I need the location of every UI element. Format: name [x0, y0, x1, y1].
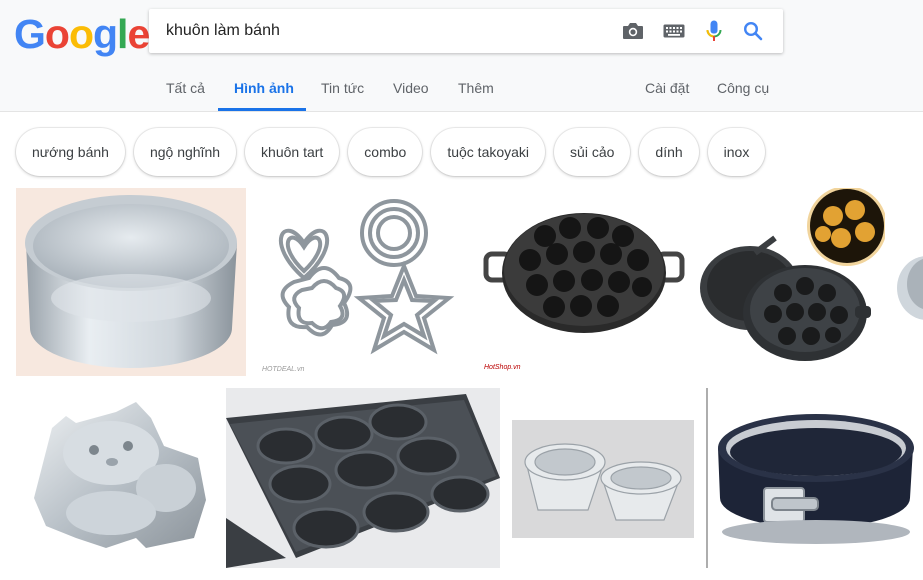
result-image-springform-pan[interactable] [706, 388, 923, 568]
chip-sui-cao[interactable]: sủi cảo [554, 128, 631, 176]
chip-ngo-nghinh[interactable]: ngộ nghĩnh [133, 128, 237, 176]
result-image-muffin-tray[interactable] [226, 388, 500, 568]
chip-tuoc-takoyaki[interactable]: tuộc takoyaki [431, 128, 546, 176]
result-image-takoyaki-pan[interactable]: HotShop.vn [482, 188, 687, 376]
search-header: Google Tất cả Hình ảnh Tin tức Video Thê… [0, 0, 923, 112]
result-image-cast-iron-flower-pan[interactable] [695, 188, 885, 376]
tab-news[interactable]: Tin tức [321, 80, 364, 96]
tab-images[interactable]: Hình ảnh [234, 80, 294, 96]
result-image-hello-kitty-mold[interactable] [16, 388, 218, 568]
chip-nuong-banh[interactable]: nướng bánh [16, 128, 125, 176]
result-image-cropped-pan[interactable] [893, 188, 923, 376]
search-tabs: Tất cả Hình ảnh Tin tức Video Thêm Cài đ… [0, 72, 923, 112]
chip-khuon-tart[interactable]: khuôn tart [245, 128, 340, 176]
result-image-tart-molds[interactable] [512, 420, 694, 538]
settings-link[interactable]: Cài đặt [645, 80, 689, 96]
search-icon[interactable] [741, 19, 765, 43]
result-image-cookie-cutters[interactable]: HOTDEAL.vn [254, 188, 475, 376]
active-tab-indicator [218, 108, 306, 111]
watermark-text: HotShop.vn [484, 364, 521, 371]
chip-combo[interactable]: combo [348, 128, 423, 176]
related-search-chips: nướng bánh ngộ nghĩnh khuôn tart combo t… [16, 128, 766, 176]
tools-link[interactable]: Công cụ [717, 80, 769, 96]
microphone-icon[interactable] [702, 19, 726, 43]
watermark-text: HOTDEAL.vn [262, 366, 305, 373]
camera-icon[interactable] [621, 19, 645, 43]
chip-dinh[interactable]: dính [639, 128, 699, 176]
tab-more[interactable]: Thêm [458, 80, 494, 96]
tab-video[interactable]: Video [393, 80, 429, 96]
chip-inox[interactable]: inox [707, 128, 766, 176]
google-logo[interactable]: Google [14, 12, 150, 56]
search-input[interactable] [166, 18, 606, 44]
keyboard-icon[interactable] [662, 19, 686, 43]
result-image-round-cake-pan[interactable] [16, 188, 246, 376]
tab-all[interactable]: Tất cả [166, 80, 205, 96]
search-box [149, 9, 783, 53]
